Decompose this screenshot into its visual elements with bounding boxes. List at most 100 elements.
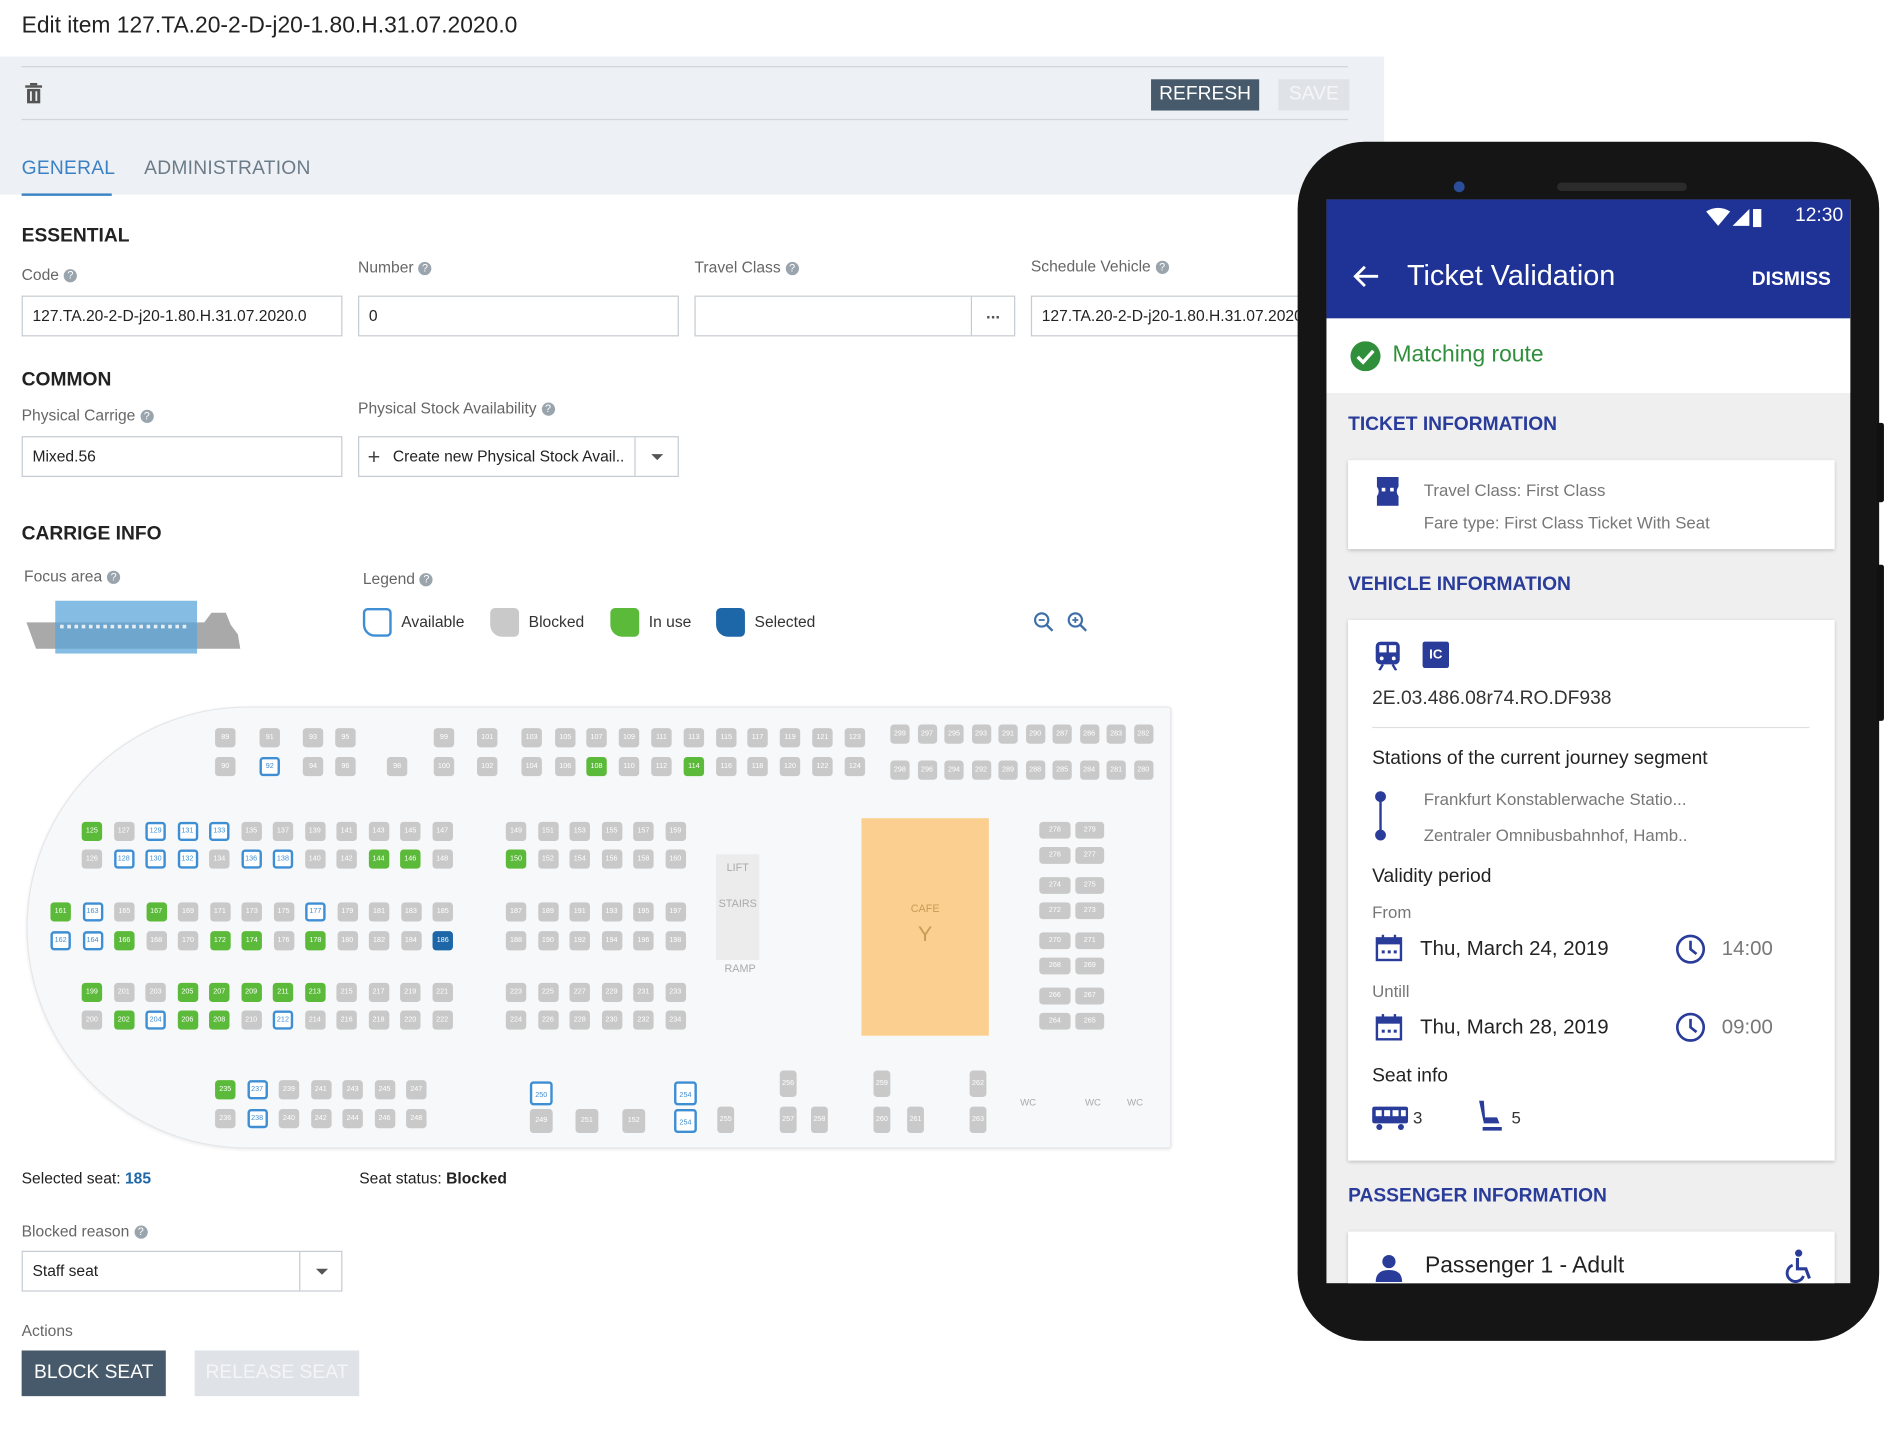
- tab-administration[interactable]: ADMINISTRATION: [144, 159, 310, 181]
- seat-247[interactable]: 247: [406, 1080, 427, 1100]
- seat-191[interactable]: 191: [569, 902, 590, 922]
- seat-116[interactable]: 116: [716, 756, 737, 777]
- help-icon[interactable]: ?: [541, 402, 555, 416]
- seat-208[interactable]: 208: [209, 1010, 230, 1030]
- seat-194[interactable]: 194: [601, 931, 622, 951]
- seat-119[interactable]: 119: [779, 728, 801, 748]
- seat-158[interactable]: 158: [633, 849, 654, 869]
- chevron-down-icon[interactable]: [634, 437, 677, 476]
- zoom-out-icon[interactable]: [1033, 612, 1055, 634]
- help-icon[interactable]: ?: [1155, 260, 1169, 274]
- seat-106[interactable]: 106: [555, 756, 576, 777]
- seat-215[interactable]: 215: [336, 982, 357, 1003]
- seat-243[interactable]: 243: [342, 1080, 363, 1100]
- seat-104[interactable]: 104: [521, 756, 542, 777]
- seat-195[interactable]: 195: [633, 902, 654, 922]
- seat-201[interactable]: 201: [113, 982, 134, 1003]
- seat-95[interactable]: 95: [335, 728, 356, 748]
- seat-211[interactable]: 211: [272, 982, 294, 1003]
- seat-231[interactable]: 231: [633, 982, 654, 1003]
- seat-163[interactable]: 163: [82, 902, 103, 922]
- passenger-card[interactable]: Passenger 1 - Adult: [1348, 1231, 1835, 1284]
- seat-129[interactable]: 129: [145, 821, 166, 842]
- seat-178[interactable]: 178: [305, 931, 326, 951]
- seat-229[interactable]: 229: [601, 982, 622, 1003]
- seat-203[interactable]: 203: [145, 982, 166, 1003]
- seat-206[interactable]: 206: [177, 1010, 198, 1030]
- seat-150[interactable]: 150: [505, 849, 527, 869]
- seat-279[interactable]: 279: [1075, 821, 1105, 839]
- seat-193[interactable]: 193: [601, 902, 622, 922]
- back-arrow-icon[interactable]: [1353, 264, 1379, 288]
- seat-236[interactable]: 236: [215, 1108, 236, 1129]
- seat-147[interactable]: 147: [431, 821, 453, 842]
- seat-100[interactable]: 100: [433, 756, 455, 777]
- seat-241[interactable]: 241: [310, 1080, 332, 1100]
- seat-233[interactable]: 233: [665, 982, 686, 1003]
- stock-availability-select[interactable]: Create new Physical Stock Avail..: [358, 436, 679, 477]
- seat-174[interactable]: 174: [241, 931, 262, 951]
- seat-199[interactable]: 199: [81, 982, 103, 1003]
- seat-169[interactable]: 169: [177, 902, 199, 922]
- seat-289[interactable]: 289: [998, 760, 1018, 780]
- seat-89[interactable]: 89: [215, 728, 236, 748]
- seat-136[interactable]: 136: [240, 849, 262, 869]
- seat-205[interactable]: 205: [177, 982, 198, 1003]
- seat-265[interactable]: 265: [1075, 1012, 1105, 1030]
- seat-296[interactable]: 296: [917, 760, 937, 780]
- seat-149[interactable]: 149: [505, 821, 527, 842]
- seat-292[interactable]: 292: [971, 760, 991, 780]
- seat-140[interactable]: 140: [304, 849, 326, 869]
- seat-222[interactable]: 222: [431, 1010, 453, 1030]
- seat-156[interactable]: 156: [601, 849, 622, 869]
- seat-176[interactable]: 176: [273, 931, 294, 951]
- seat-190[interactable]: 190: [537, 931, 559, 951]
- seat-99[interactable]: 99: [433, 728, 455, 748]
- seat-165[interactable]: 165: [114, 902, 135, 922]
- seat-299[interactable]: 299: [890, 724, 910, 744]
- seat-269[interactable]: 269: [1075, 957, 1105, 975]
- seat-115[interactable]: 115: [716, 728, 737, 748]
- seat-254[interactable]: 254: [674, 1108, 697, 1134]
- seat-230[interactable]: 230: [601, 1010, 622, 1030]
- seat-198[interactable]: 198: [665, 931, 686, 951]
- seat-112[interactable]: 112: [651, 756, 672, 777]
- seat-278[interactable]: 278: [1039, 821, 1071, 839]
- seat-227[interactable]: 227: [569, 982, 590, 1003]
- seat-167[interactable]: 167: [145, 902, 167, 922]
- seat-138[interactable]: 138: [272, 849, 294, 869]
- seat-177[interactable]: 177: [305, 902, 326, 922]
- seat-295[interactable]: 295: [944, 724, 964, 744]
- seat-262[interactable]: 262: [969, 1070, 987, 1097]
- seat-182[interactable]: 182: [368, 931, 390, 951]
- seat-219[interactable]: 219: [400, 982, 421, 1003]
- help-icon[interactable]: ?: [134, 1225, 148, 1239]
- release-seat-button[interactable]: RELEASE SEAT: [194, 1350, 360, 1397]
- seat-98[interactable]: 98: [386, 756, 408, 777]
- seat-192[interactable]: 192: [569, 931, 590, 951]
- code-input[interactable]: 127.TA.20-2-D-j20-1.80.H.31.07.2020.0: [21, 295, 343, 337]
- seat-127[interactable]: 127: [113, 821, 134, 842]
- seat-128[interactable]: 128: [113, 849, 134, 869]
- seat-133[interactable]: 133: [209, 821, 230, 842]
- seat-255[interactable]: 255: [717, 1106, 735, 1134]
- seat-234[interactable]: 234: [665, 1010, 686, 1030]
- seat-261[interactable]: 261: [907, 1106, 924, 1134]
- seat-263[interactable]: 263: [969, 1106, 987, 1134]
- seat-291[interactable]: 291: [998, 724, 1018, 744]
- seat-107[interactable]: 107: [586, 728, 607, 748]
- seat-275[interactable]: 275: [1075, 877, 1105, 894]
- seat-267[interactable]: 267: [1075, 987, 1105, 1005]
- seat-181[interactable]: 181: [368, 902, 390, 922]
- seat-271[interactable]: 271: [1075, 932, 1105, 950]
- seat-114[interactable]: 114: [683, 756, 705, 777]
- seat-126[interactable]: 126: [81, 849, 103, 869]
- seat-143[interactable]: 143: [368, 821, 389, 842]
- seat-220[interactable]: 220: [400, 1010, 421, 1030]
- seat-287[interactable]: 287: [1052, 724, 1072, 744]
- seat-209[interactable]: 209: [240, 982, 262, 1003]
- save-button[interactable]: SAVE: [1278, 79, 1350, 111]
- seat-90[interactable]: 90: [215, 756, 236, 777]
- seat-135[interactable]: 135: [240, 821, 262, 842]
- seat-216[interactable]: 216: [336, 1010, 357, 1030]
